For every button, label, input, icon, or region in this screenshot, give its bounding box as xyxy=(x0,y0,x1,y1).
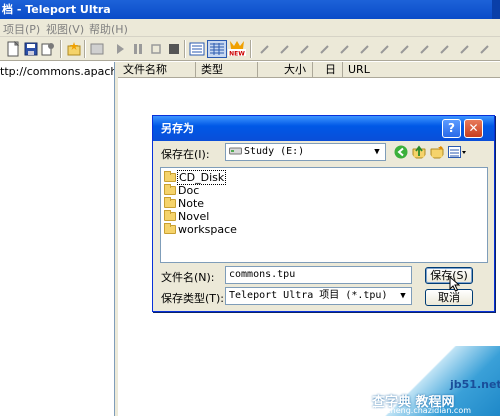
tool-icon[interactable] xyxy=(358,41,374,57)
save-in-label: 保存在(I): xyxy=(161,148,210,161)
folder-icon xyxy=(164,223,176,234)
tool-icon[interactable] xyxy=(278,41,294,57)
pause-icon[interactable] xyxy=(130,41,146,57)
filetype-dropdown[interactable]: Teleport Ultra 项目 (*.tpu) ▼ xyxy=(225,287,412,305)
project-icon[interactable] xyxy=(89,41,105,57)
toolbar-separator xyxy=(250,40,252,58)
folder-name: workspace xyxy=(178,223,237,236)
menu-bar: 项目(P) 视图(V) 帮助(H) xyxy=(0,19,500,37)
new-project-icon[interactable] xyxy=(5,41,21,57)
save-in-dropdown[interactable]: Study (E:) ▼ xyxy=(225,143,386,161)
list-item[interactable]: Novel xyxy=(164,210,210,223)
folder-name: Novel xyxy=(178,210,210,223)
list-view-icon[interactable] xyxy=(189,41,205,57)
save-as-dialog: 另存为 ? ✕ 保存在(I): Study (E:) ▼ CD_Disk Doc… xyxy=(152,115,495,312)
wizard-icon[interactable] xyxy=(66,41,82,57)
up-folder-icon[interactable] xyxy=(412,145,426,159)
folder-name: CD_Disk xyxy=(177,170,227,185)
chevron-down-icon[interactable]: ▼ xyxy=(396,289,410,303)
toolbar-separator xyxy=(84,40,86,58)
folder-name: Doc xyxy=(178,184,200,197)
watermark-url: jiaocheng.chazidian.com xyxy=(372,406,472,415)
tool-icon[interactable] xyxy=(378,41,394,57)
folder-list[interactable]: CD_Disk Doc Note Novel workspace xyxy=(160,167,488,263)
menu-view[interactable]: 视图(V) xyxy=(46,21,84,37)
toolbar-separator xyxy=(184,40,186,58)
list-item[interactable]: Doc xyxy=(164,184,200,197)
folder-icon xyxy=(164,184,176,195)
tool-icon[interactable] xyxy=(338,41,354,57)
title-bar-edge xyxy=(492,0,500,19)
project-tree[interactable]: ttp://commons.apache.org/ xyxy=(0,62,115,416)
column-header-size[interactable]: 大小 xyxy=(258,62,313,78)
column-header-filename[interactable]: 文件名称 xyxy=(118,62,196,78)
folder-icon xyxy=(164,210,176,221)
save-in-value: Study (E:) xyxy=(244,146,305,157)
dialog-title-bar: 另存为 ? ✕ xyxy=(153,116,494,141)
folder-name: Note xyxy=(178,197,205,210)
file-list-header: 文件名称 类型 大小 日期 URL xyxy=(118,62,500,92)
tool-icon[interactable] xyxy=(318,41,334,57)
filename-label: 文件名(N): xyxy=(161,271,215,284)
svg-text:NEW: NEW xyxy=(229,51,245,58)
window-title-bar: 档 - Teleport Ultra xyxy=(0,0,500,19)
properties-icon[interactable] xyxy=(40,41,56,57)
save-icon[interactable] xyxy=(23,41,39,57)
filetype-label: 保存类型(T): xyxy=(161,292,225,305)
project-url[interactable]: ttp://commons.apache.org/ xyxy=(0,65,114,78)
chevron-down-icon[interactable]: ▼ xyxy=(370,145,384,159)
tool-icon[interactable] xyxy=(418,41,434,57)
column-header-url[interactable]: URL xyxy=(343,62,500,78)
details-view-icon[interactable] xyxy=(207,40,227,58)
tool-icon[interactable] xyxy=(438,41,454,57)
menu-help[interactable]: 帮助(H) xyxy=(89,21,128,37)
view-menu-icon[interactable] xyxy=(448,145,466,159)
new-folder-icon[interactable] xyxy=(430,145,444,159)
list-item[interactable]: workspace xyxy=(164,223,238,236)
tool-icon[interactable] xyxy=(458,41,474,57)
mouse-cursor-icon xyxy=(449,276,460,292)
tool-icon[interactable] xyxy=(258,41,274,57)
dialog-title: 另存为 xyxy=(161,122,194,135)
tool-icon[interactable] xyxy=(398,41,414,57)
toolbar-separator xyxy=(60,40,62,58)
column-header-type[interactable]: 类型 xyxy=(196,62,258,78)
grid-view-icon[interactable] xyxy=(166,41,182,57)
back-icon[interactable] xyxy=(394,145,408,159)
window-title: 档 - Teleport Ultra xyxy=(2,3,111,16)
filename-value: commons.tpu xyxy=(229,269,296,280)
filetype-value: Teleport Ultra 项目 (*.tpu) xyxy=(229,290,388,301)
tool-icon[interactable] xyxy=(298,41,314,57)
drive-icon xyxy=(229,147,242,155)
tool-icon[interactable] xyxy=(478,41,494,57)
menu-project[interactable]: 项目(P) xyxy=(3,21,40,37)
new-badge-icon[interactable]: NEW xyxy=(228,41,246,57)
filename-field[interactable]: commons.tpu xyxy=(225,266,412,284)
watermark-site: jb51.net xyxy=(450,378,500,391)
close-button[interactable]: ✕ xyxy=(464,119,483,138)
folder-icon xyxy=(164,171,176,182)
column-header-date[interactable]: 日期 xyxy=(313,62,343,92)
stop-icon[interactable] xyxy=(148,41,164,57)
list-item[interactable]: CD_Disk xyxy=(164,170,227,185)
folder-icon xyxy=(164,197,176,208)
list-item[interactable]: Note xyxy=(164,197,205,210)
toolbar: NEW xyxy=(0,37,500,61)
start-icon[interactable] xyxy=(112,41,128,57)
help-button[interactable]: ? xyxy=(442,119,461,138)
